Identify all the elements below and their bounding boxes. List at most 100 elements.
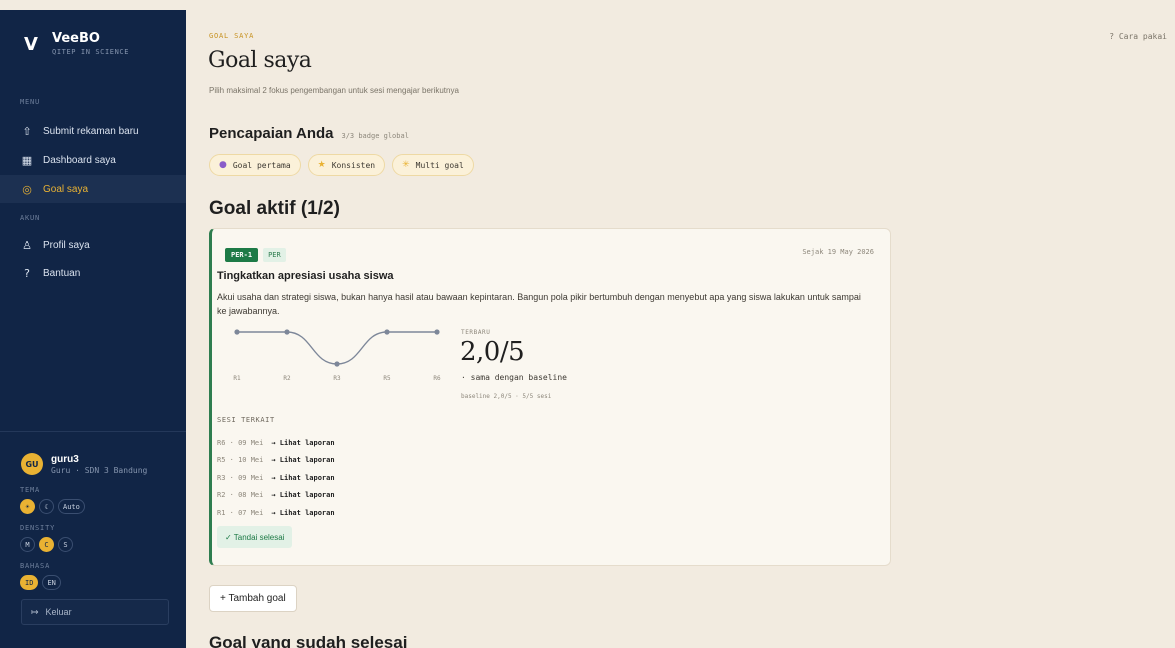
language-selector: ID EN <box>20 575 61 590</box>
list-item: R6 · 09 Mei → Lihat laporan <box>217 434 335 452</box>
upload-icon: ⇧ <box>22 124 32 138</box>
user-profile[interactable]: GU guru3 Guru · SDN 3 Bandung <box>21 453 147 475</box>
view-report-link[interactable]: → Lihat laporan <box>271 491 334 499</box>
trend-point <box>434 329 440 335</box>
trend-point <box>334 361 340 367</box>
theme-light-button[interactable]: ☀ <box>20 499 35 514</box>
sidebar-item-label: Dashboard saya <box>43 154 116 166</box>
trend-tick-label: R2 <box>283 375 291 382</box>
theme-selector: ☀ ☾ Auto <box>20 499 85 514</box>
theme-label: TEMA <box>20 486 41 494</box>
sessions-label: SESI TERKAIT <box>217 416 275 424</box>
grid-icon: ▦ <box>21 153 33 167</box>
list-item: R5 · 10 Mei → Lihat laporan <box>217 452 335 470</box>
star-icon: ★ <box>317 160 326 170</box>
page-eyebrow: GOAL SAYA <box>209 32 255 40</box>
brand-logo: V <box>24 33 38 55</box>
sidebar: V VeeBO QITEP IN SCIENCE MENU ⇧ Submit r… <box>0 10 186 648</box>
sidebar-item-help[interactable]: ? Bantuan <box>0 259 186 287</box>
brand-subtitle: QITEP IN SCIENCE <box>52 48 130 56</box>
sidebar-item-label: Submit rekaman baru <box>43 125 139 137</box>
badge-goal-pertama[interactable]: ● Goal pertama <box>209 154 301 176</box>
trend-tick-label: R1 <box>233 375 241 382</box>
active-goals-title: Goal aktif (1/2) <box>209 198 340 219</box>
goal-since: Sejak 19 May 2026 <box>802 248 874 256</box>
list-item: R2 · 08 Mei → Lihat laporan <box>217 487 335 505</box>
trend-tick-label: R3 <box>333 375 341 382</box>
mark-done-button[interactable]: ✓ Tandai selesai <box>217 526 293 548</box>
user-name: guru3 <box>51 453 79 465</box>
page-subtitle: Pilih maksimal 2 fokus pengembangan untu… <box>209 86 459 95</box>
sidebar-item-profile[interactable]: ♙ Profil saya <box>0 231 186 259</box>
list-item: R3 · 09 Mei → Lihat laporan <box>217 469 335 487</box>
avatar: GU <box>21 453 43 475</box>
logout-label: Keluar <box>45 607 72 617</box>
sidebar-item-submit[interactable]: ⇧ Submit rekaman baru <box>0 117 186 145</box>
target-icon: ◎ <box>22 182 32 196</box>
trend-point <box>284 329 290 335</box>
add-goal-button[interactable]: + Tambah goal <box>209 585 297 612</box>
badge-label: Konsisten <box>331 160 376 170</box>
session-meta: R6 · 09 Mei <box>217 438 264 447</box>
sidebar-item-label: Profil saya <box>43 239 90 251</box>
list-item: R1 · 07 Mei → Lihat laporan <box>217 504 335 522</box>
view-report-link[interactable]: → Lihat laporan <box>271 474 334 482</box>
view-report-link[interactable]: → Lihat laporan <box>271 509 334 517</box>
trend-tick-label: R5 <box>383 375 391 382</box>
goal-title: Tingkatkan apresiasi usaha siswa <box>217 270 394 282</box>
user-role: Guru · SDN 3 Bandung <box>51 465 148 475</box>
trend-point <box>384 329 390 335</box>
goal-tags: PER-1 PER <box>225 248 286 262</box>
trend-line <box>237 331 437 365</box>
session-meta: R5 · 10 Mei <box>217 456 264 465</box>
density-m-button[interactable]: M <box>20 537 35 552</box>
account-section-label: AKUN <box>20 214 41 222</box>
language-id-button[interactable]: ID <box>20 575 39 590</box>
sidebar-item-goal[interactable]: ◎ Goal saya <box>0 175 186 203</box>
sparkle-icon: ✳ <box>402 160 410 170</box>
brand[interactable]: V VeeBO QITEP IN SCIENCE <box>20 31 130 57</box>
language-label: BAHASA <box>20 562 51 570</box>
badge-konsisten[interactable]: ★ Konsisten <box>307 154 386 176</box>
session-list: R6 · 09 Mei → Lihat laporan R5 · 10 Mei … <box>217 434 335 522</box>
session-meta: R3 · 09 Mei <box>217 473 264 482</box>
achievements-title: Pencapaian Anda <box>209 125 334 142</box>
sidebar-divider <box>0 431 186 432</box>
badge-multi-goal[interactable]: ✳ Multi goal <box>392 154 474 176</box>
achievements-count: 3/3 badge global <box>341 132 409 140</box>
session-meta: R2 · 08 Mei <box>217 491 264 500</box>
help-icon: ? <box>24 266 30 280</box>
help-link[interactable]: ? Cara pakai <box>1109 32 1167 41</box>
logout-button[interactable]: ↦ Keluar <box>21 599 169 625</box>
target-icon: ● <box>219 160 227 170</box>
view-report-link[interactable]: → Lihat laporan <box>271 456 334 464</box>
density-selector: M C S <box>20 537 73 552</box>
sidebar-item-label: Goal saya <box>43 183 89 195</box>
baseline-summary: baseline 2,0/5 · 5/5 sesi <box>461 393 552 400</box>
completed-goals-title: Goal yang sudah selesai <box>209 633 408 648</box>
goal-trend-chart: R1 R2 R3 R5 R6 <box>233 329 441 382</box>
brand-name: VeeBO <box>52 31 100 46</box>
goal-description: Akui usaha dan strategi siswa, bukan han… <box>217 292 861 316</box>
page-title: Goal saya <box>208 48 312 73</box>
baseline-comparison: · sama dengan baseline <box>461 373 567 382</box>
badge-label: Goal pertama <box>232 160 291 170</box>
user-icon: ♙ <box>22 238 32 252</box>
density-s-button[interactable]: S <box>58 537 73 552</box>
menu-section-label: MENU <box>20 98 41 106</box>
theme-dark-button[interactable]: ☾ <box>39 499 54 514</box>
view-report-link[interactable]: → Lihat laporan <box>271 439 334 447</box>
trend-tick-label: R6 <box>433 375 441 382</box>
density-label: DENSITY <box>20 524 56 532</box>
latest-score: 2,0/5 <box>460 337 525 367</box>
theme-auto-button[interactable]: Auto <box>58 499 85 514</box>
achievements-header: Pencapaian Anda 3/3 badge global <box>209 125 409 142</box>
latest-label: TERBARU <box>461 329 491 336</box>
language-en-button[interactable]: EN <box>42 575 61 590</box>
badge-label: Multi goal <box>415 160 464 170</box>
density-c-button[interactable]: C <box>39 537 54 552</box>
badge-list: ● Goal pertama ★ Konsisten ✳ Multi goal <box>209 154 474 176</box>
sidebar-item-dashboard[interactable]: ▦ Dashboard saya <box>0 146 186 174</box>
goal-card: PER-1 PER Sejak 19 May 2026 Tingkatkan a… <box>209 228 891 566</box>
sidebar-item-label: Bantuan <box>43 267 81 279</box>
